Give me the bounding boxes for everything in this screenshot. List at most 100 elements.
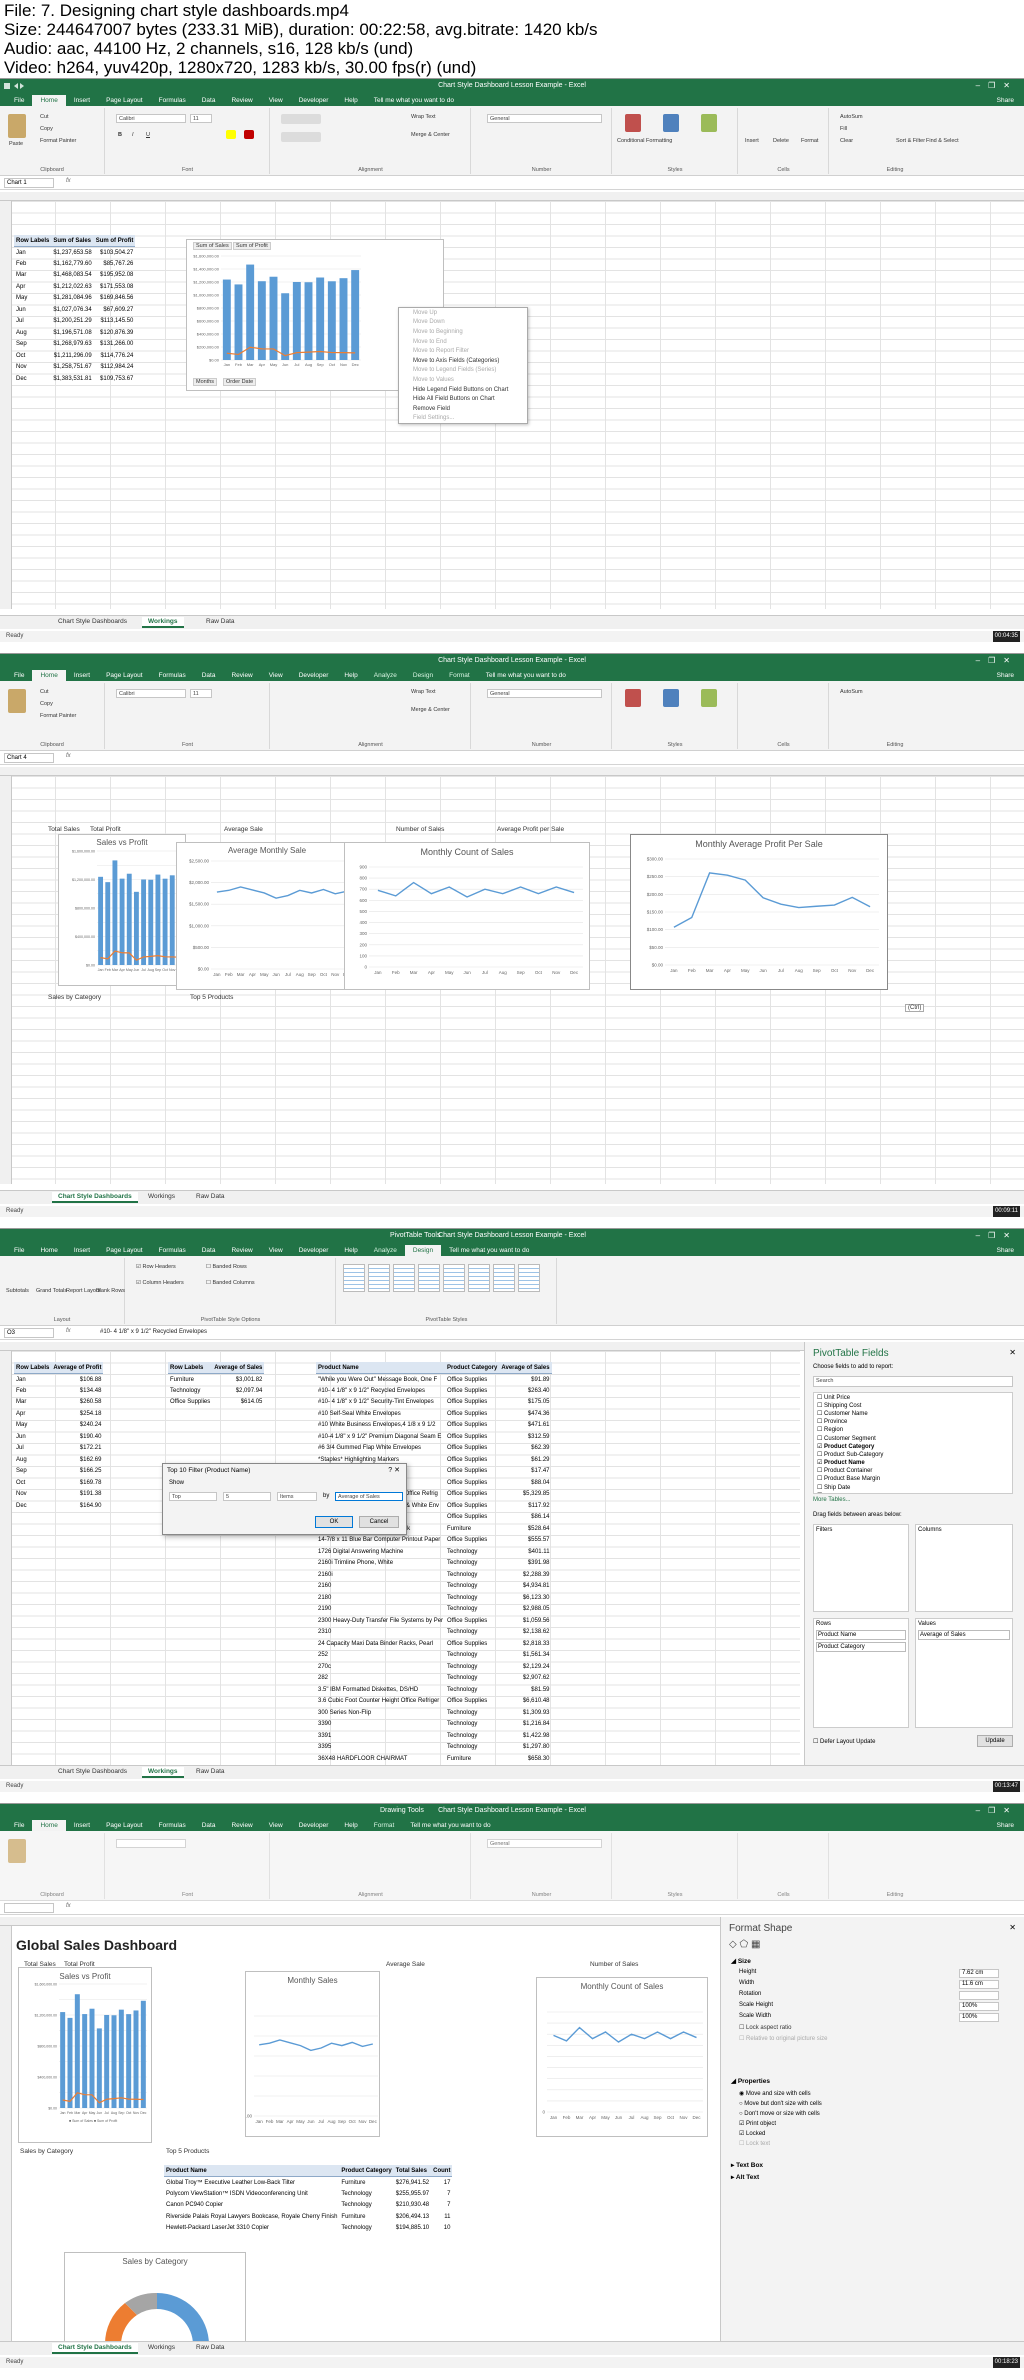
locked-checkbox[interactable]: ☑ Locked	[739, 2129, 822, 2139]
table-cell[interactable]: Technology	[339, 2188, 393, 2200]
table-cell[interactable]: Feb	[14, 258, 51, 270]
number-format-box[interactable]: General	[487, 1839, 602, 1848]
field-button[interactable]: Sum of Sales	[193, 242, 232, 250]
font-color-icon[interactable]	[244, 130, 254, 139]
pivot-style-swatch[interactable]	[343, 1264, 365, 1292]
table-cell[interactable]: $169,846.56	[94, 293, 136, 305]
find-select-button[interactable]: Find & Select	[926, 138, 959, 144]
header-cell[interactable]: Row Labels	[168, 1362, 213, 1374]
table-cell[interactable]: Technology	[339, 2223, 393, 2235]
checkbox-icon[interactable]: ☐	[817, 1403, 824, 1409]
field-checkbox[interactable]: ☐ Unit Price	[814, 1393, 1012, 1401]
table-cell[interactable]: $1,211,296.09	[51, 350, 93, 362]
underline-icon[interactable]: U	[146, 132, 150, 138]
pivot-style-gallery[interactable]	[343, 1264, 551, 1294]
tab-review[interactable]: Review	[223, 670, 260, 681]
chart-sales-vs-profit[interactable]: Sales vs Profit $0.00 $400,000.00 $800,000…	[58, 834, 186, 986]
table-cell[interactable]: Nov	[14, 1489, 51, 1501]
table-row[interactable]: Jun $1,027,076.34 $67,609.27	[14, 304, 135, 316]
table-row[interactable]: 270c Technology $2,129.24	[316, 1661, 552, 1673]
table-row[interactable]: #6 3/4 Gummed Flap White Envelopes Office…	[316, 1443, 552, 1455]
tab-help[interactable]: Help	[336, 1245, 365, 1256]
table-cell[interactable]: "While you Were Out" Message Book, One F	[316, 1374, 445, 1386]
table-cell[interactable]: $1,383,531.81	[51, 373, 93, 385]
share-button[interactable]: Share	[989, 1820, 1024, 1831]
tab-format[interactable]: Format	[366, 1820, 403, 1831]
table-cell[interactable]: Technology	[445, 1650, 499, 1662]
table-cell[interactable]: #10-4 1/8" x 9 1/2" Premium Diagonal Sea…	[316, 1431, 445, 1443]
row-field-item[interactable]: Product Category	[816, 1642, 906, 1652]
merge-center-button[interactable]: Merge & Center	[411, 707, 450, 713]
table-cell[interactable]: Dec	[14, 373, 51, 385]
table-cell[interactable]: $2,907.62	[499, 1673, 551, 1685]
autosum-button[interactable]: AutoSum	[840, 114, 863, 120]
checkbox-icon[interactable]: ☐	[817, 1436, 824, 1442]
menu-item[interactable]: Move to Report Filter	[399, 346, 527, 356]
share-button[interactable]: Share	[989, 1245, 1024, 1256]
share-button[interactable]: Share	[989, 95, 1024, 106]
table-row[interactable]: Aug $162.69	[14, 1454, 103, 1466]
number-format-box[interactable]: General	[487, 114, 602, 123]
table-cell[interactable]: Mar	[14, 1397, 51, 1409]
table-cell[interactable]: 2310	[316, 1627, 445, 1639]
table-row[interactable]: 1726 Digital Answering Machine Technology…	[316, 1546, 552, 1558]
table-cell[interactable]: $1,297.80	[499, 1742, 551, 1754]
menu-item[interactable]: Remove Field	[399, 404, 527, 414]
autosum-button[interactable]: AutoSum	[840, 689, 863, 695]
table-row[interactable]: 3.6 Cubic Foot Counter Height Office Ref…	[316, 1696, 552, 1708]
sheet-tab[interactable]: Raw Data	[190, 2343, 231, 2352]
table-cell[interactable]: Office Supplies	[445, 1408, 499, 1420]
sheet-tab[interactable]: Chart Style Dashboards	[52, 2343, 138, 2354]
table-cell[interactable]: $240.24	[51, 1420, 103, 1432]
checkbox-icon[interactable]: ☐	[817, 1419, 824, 1425]
menu-item[interactable]: Move to Axis Fields (Categories)	[399, 356, 527, 366]
table-row[interactable]: 282 Technology $2,907.62	[316, 1673, 552, 1685]
tab-analyze[interactable]: Analyze	[366, 670, 405, 681]
tab-file[interactable]: File	[6, 670, 32, 681]
table-cell[interactable]: Technology	[445, 1604, 499, 1616]
table-row[interactable]: Sep $1,268,979.63 $131,266.00	[14, 339, 135, 351]
name-box[interactable]	[4, 1903, 54, 1913]
paste-icon[interactable]	[8, 689, 26, 713]
table-row[interactable]: Apr $1,212,022.63 $171,553.08	[14, 281, 135, 293]
table-cell[interactable]: Jun	[14, 304, 51, 316]
no-move-radio[interactable]: ○ Don't move or size with cells	[739, 2109, 822, 2119]
table-cell[interactable]: Furniture	[168, 1374, 212, 1386]
field-checkbox[interactable]: ☐ Customer Segment	[814, 1434, 1012, 1442]
header-cell[interactable]: Average of Sales	[499, 1362, 552, 1374]
table-cell[interactable]: $1,162,779.60	[51, 258, 93, 270]
table-cell[interactable]: Office Supplies	[445, 1477, 499, 1489]
table-cell[interactable]: 270c	[316, 1661, 445, 1673]
rows-area[interactable]: Rows Product Name Product Category	[813, 1618, 909, 1728]
cut-label[interactable]: Cut	[40, 114, 49, 120]
row-field-item[interactable]: Product Name	[816, 1630, 906, 1640]
table-row[interactable]: Technology $2,097.94	[168, 1385, 264, 1397]
font-name-box[interactable]: Calibri	[116, 689, 186, 698]
table-cell[interactable]: $276,941.52	[394, 2177, 431, 2189]
tab-design[interactable]: Design	[404, 1245, 442, 1256]
sheet-tab[interactable]: Workings	[142, 1767, 184, 1778]
header-cell[interactable]: Row Labels	[14, 1362, 52, 1374]
table-row[interactable]: "While you Were Out" Message Book, One F…	[316, 1374, 552, 1386]
table-cell[interactable]: $113,145.50	[94, 316, 136, 328]
table-cell[interactable]: Furniture	[339, 2211, 393, 2223]
banded-rows-checkbox[interactable]: ☐ Banded Rows	[206, 1264, 247, 1270]
pivot-style-swatch[interactable]	[443, 1264, 465, 1292]
table-cell[interactable]: Technology	[339, 2200, 393, 2212]
tab-page-layout[interactable]: Page Layout	[98, 1245, 151, 1256]
table-row[interactable]: 3395 Technology $1,297.80	[316, 1742, 552, 1754]
move-size-radio[interactable]: ◉ Move and size with cells	[739, 2089, 822, 2099]
tab-insert[interactable]: Insert	[66, 670, 98, 681]
table-cell[interactable]: $1,212,022.63	[51, 281, 93, 293]
table-cell[interactable]: Apr	[14, 281, 51, 293]
formula-text[interactable]: #10- 4 1/8" x 9 1/2" Recycled Envelopes	[100, 1328, 207, 1338]
table-cell[interactable]: Office Supplies	[445, 1374, 499, 1386]
table-cell[interactable]: $2,097.94	[212, 1385, 264, 1397]
paste-icon[interactable]	[8, 114, 26, 138]
table-cell[interactable]: Mar	[14, 270, 51, 282]
table-cell[interactable]: $67,609.27	[94, 304, 136, 316]
paste-options-badge[interactable]: (Ctrl)	[905, 1004, 925, 1012]
table-cell[interactable]: $106.88	[51, 1374, 103, 1386]
table-cell[interactable]: Jan	[14, 1374, 51, 1386]
menu-item[interactable]: Field Settings...	[399, 414, 527, 424]
